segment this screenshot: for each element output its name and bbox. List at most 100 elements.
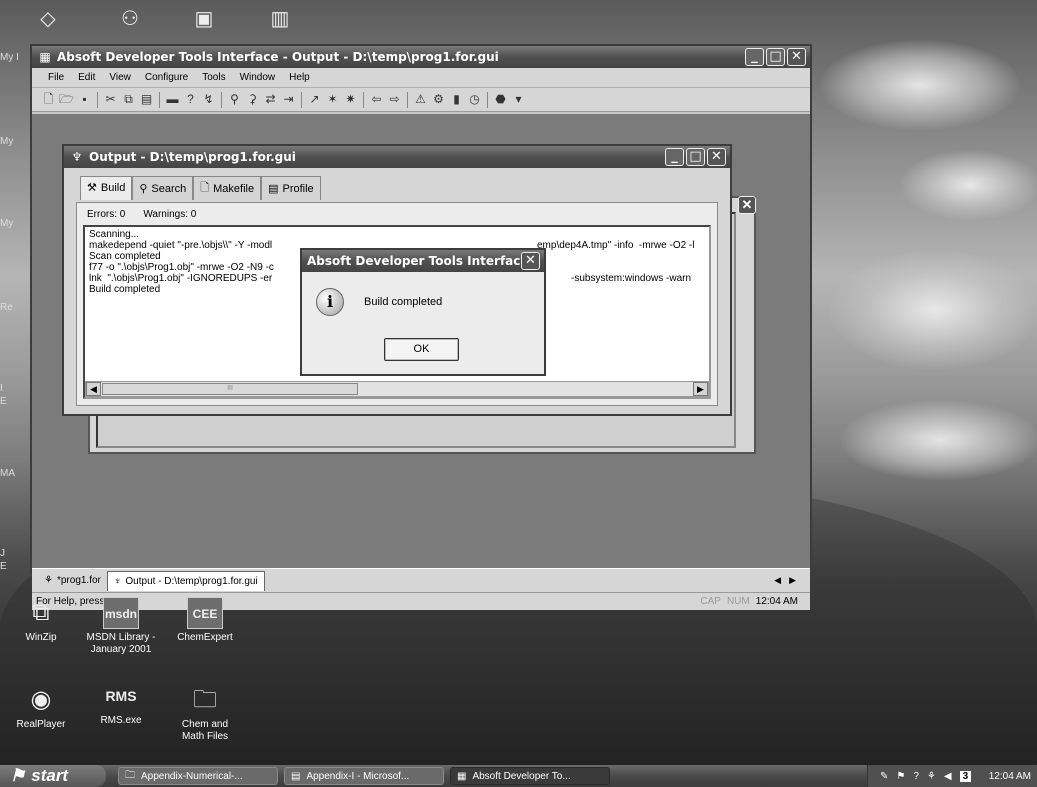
dialog-close-button[interactable]: ✕ bbox=[521, 252, 540, 270]
tab-build[interactable]: ⚒ Build bbox=[80, 176, 133, 200]
doc-tab-label: Output - D:\temp\prog1.for.gui bbox=[125, 575, 258, 587]
desktop-icon-msdn[interactable]: msdn MSDN Library - January 2001 bbox=[86, 597, 156, 656]
warning-icon[interactable]: ⚠ bbox=[412, 91, 429, 108]
menu-view[interactable]: View bbox=[103, 72, 137, 83]
tab-search[interactable]: ⚲ Search bbox=[132, 176, 194, 200]
replace-icon[interactable]: ⇄ bbox=[262, 91, 279, 108]
toolbar-separator bbox=[97, 91, 98, 108]
tab-prog1-for[interactable]: ⚘ *prog1.for bbox=[38, 571, 107, 591]
search-icon: ⚲ bbox=[139, 183, 148, 195]
taskbar-item-appendix-i[interactable]: ▤ Appendix-I - Microsof... bbox=[284, 767, 444, 785]
tray-badge-icon[interactable]: 3 bbox=[959, 770, 972, 782]
build-complete-dialog[interactable]: Absoft Developer Tools Interface ✕ i Bui… bbox=[300, 248, 546, 376]
start-button[interactable]: ⚑ start bbox=[0, 765, 106, 787]
close-button[interactable]: ✕ bbox=[787, 48, 806, 66]
output-maximize-button[interactable]: □ bbox=[686, 148, 705, 166]
scroll-right-button[interactable]: ▶ bbox=[693, 382, 708, 396]
tab-makefile[interactable]: 🗋 Makefile bbox=[193, 176, 262, 200]
build-icon[interactable]: ✶ bbox=[324, 91, 341, 108]
find-icon[interactable]: ⚲ bbox=[226, 91, 243, 108]
tools-icon[interactable]: ⚙ bbox=[430, 91, 447, 108]
window-shortcut-icon[interactable]: ▣ bbox=[186, 6, 222, 32]
tab-scroll-right-icon[interactable]: ▶ bbox=[789, 575, 796, 586]
scroll-left-button[interactable]: ◀ bbox=[86, 382, 101, 396]
debug-icon[interactable]: ✷ bbox=[342, 91, 359, 108]
tab-scroll-arrows: ◀ ▶ bbox=[774, 575, 796, 586]
main-title: Absoft Developer Tools Interface - Outpu… bbox=[57, 50, 499, 64]
find-next-icon[interactable]: ⚳ bbox=[244, 91, 261, 108]
context-help-icon[interactable]: ↯ bbox=[200, 91, 217, 108]
recycle-icon[interactable]: ◇ bbox=[30, 6, 66, 32]
back-icon[interactable]: ⇦ bbox=[368, 91, 385, 108]
horizontal-scrollbar[interactable]: ◀ III ▶ bbox=[85, 381, 709, 397]
desktop-icon-chem-math-files[interactable]: 🗀 Chem and Math Files bbox=[170, 684, 240, 743]
tab-scroll-left-icon[interactable]: ◀ bbox=[774, 575, 781, 586]
minimize-button[interactable]: _ bbox=[745, 48, 764, 66]
app-icon: ▦ bbox=[39, 50, 51, 64]
menu-edit[interactable]: Edit bbox=[72, 72, 101, 83]
main-window[interactable]: ▦ Absoft Developer Tools Interface - Out… bbox=[30, 44, 812, 610]
doc-tab-label: *prog1.for bbox=[56, 575, 101, 586]
menu-tools[interactable]: Tools bbox=[196, 72, 231, 83]
output-minimize-button[interactable]: _ bbox=[665, 148, 684, 166]
desktop-icon-rms[interactable]: RMS RMS.exe bbox=[86, 680, 156, 727]
new-icon[interactable]: 🗋 bbox=[40, 91, 57, 108]
word-document-icon: ▤ bbox=[291, 770, 301, 782]
compile-icon[interactable]: ↗ bbox=[306, 91, 323, 108]
dialog-titlebar[interactable]: Absoft Developer Tools Interface ✕ bbox=[302, 250, 544, 272]
copy-icon[interactable]: ⧉ bbox=[120, 91, 137, 108]
clock-icon[interactable]: ◷ bbox=[466, 91, 483, 108]
output-icon: ♆ bbox=[71, 150, 83, 164]
app-shortcut-icon[interactable]: ▥ bbox=[262, 6, 298, 32]
main-titlebar[interactable]: ▦ Absoft Developer Tools Interface - Out… bbox=[32, 46, 810, 68]
desktop-icon-realplayer[interactable]: ◉ RealPlayer bbox=[6, 684, 76, 731]
close-icon[interactable]: ✕ bbox=[738, 196, 756, 214]
network-icon[interactable]: ⚇ bbox=[112, 6, 148, 32]
msdn-icon: msdn bbox=[103, 597, 139, 629]
output-titlebar[interactable]: ♆ Output - D:\temp\prog1.for.gui _ □ ✕ bbox=[64, 146, 730, 168]
save-icon[interactable]: ▪ bbox=[76, 91, 93, 108]
toolbar-separator bbox=[407, 91, 408, 108]
desktop-icon-chemexpert[interactable]: CEE ChemExpert bbox=[170, 597, 240, 644]
menu-configure[interactable]: Configure bbox=[139, 72, 194, 83]
print-icon[interactable]: ▬ bbox=[164, 91, 181, 108]
toolbar-separator bbox=[363, 91, 364, 108]
goto-icon[interactable]: ⇥ bbox=[280, 91, 297, 108]
output-close-button[interactable]: ✕ bbox=[707, 148, 726, 166]
caps-indicator: CAP bbox=[700, 596, 721, 607]
menu-help[interactable]: Help bbox=[283, 72, 316, 83]
desktop-icon-winzip[interactable]: ⧉ WinZip bbox=[6, 597, 76, 644]
help-icon[interactable]: ? bbox=[182, 91, 199, 108]
tab-output[interactable]: ♆ Output - D:\temp\prog1.for.gui bbox=[106, 570, 265, 591]
cut-icon[interactable]: ✂ bbox=[102, 91, 119, 108]
tray-plug-icon[interactable]: ⚘ bbox=[927, 771, 936, 782]
tab-label: Build bbox=[100, 181, 126, 194]
tray-pen-icon[interactable]: ✎ bbox=[880, 771, 888, 782]
folder-icon: 🗀 bbox=[193, 686, 217, 713]
info-icon: i bbox=[316, 288, 344, 316]
ok-button[interactable]: OK bbox=[384, 338, 459, 361]
book-icon[interactable]: ▮ bbox=[448, 91, 465, 108]
maximize-button[interactable]: □ bbox=[766, 48, 785, 66]
tray-expand-icon[interactable]: ◀ bbox=[944, 771, 952, 782]
dropdown-icon[interactable]: ▾ bbox=[510, 91, 527, 108]
tray-network-icon[interactable]: ⚑ bbox=[896, 771, 905, 782]
menu-window[interactable]: Window bbox=[234, 72, 282, 83]
tab-profile[interactable]: ▤ Profile bbox=[261, 176, 321, 200]
open-icon[interactable]: 🗁 bbox=[58, 91, 75, 108]
paste-icon[interactable]: ▤ bbox=[138, 91, 155, 108]
taskbar-item-absoft[interactable]: ▦ Absoft Developer To... bbox=[450, 767, 610, 785]
num-indicator: NUM bbox=[726, 596, 750, 607]
stop-icon[interactable]: ⬣ bbox=[492, 91, 509, 108]
scroll-thumb[interactable]: III bbox=[102, 383, 358, 395]
cloud bbox=[820, 40, 1020, 130]
build-tab-icon: ⚒ bbox=[87, 182, 97, 194]
menu-file[interactable]: File bbox=[42, 72, 70, 83]
edge-label: I bbox=[0, 383, 3, 394]
taskbar-item-appendix-numerical[interactable]: 🗀 Appendix-Numerical-... bbox=[118, 767, 278, 785]
tray-help-icon[interactable]: ? bbox=[913, 771, 919, 782]
edge-label: My bbox=[0, 218, 14, 229]
build-log-right-1: emp\dep4A.tmp" -info -mrwe -O2 -l bbox=[537, 240, 695, 251]
tab-label: Profile bbox=[282, 182, 314, 195]
forward-icon[interactable]: ⇨ bbox=[386, 91, 403, 108]
